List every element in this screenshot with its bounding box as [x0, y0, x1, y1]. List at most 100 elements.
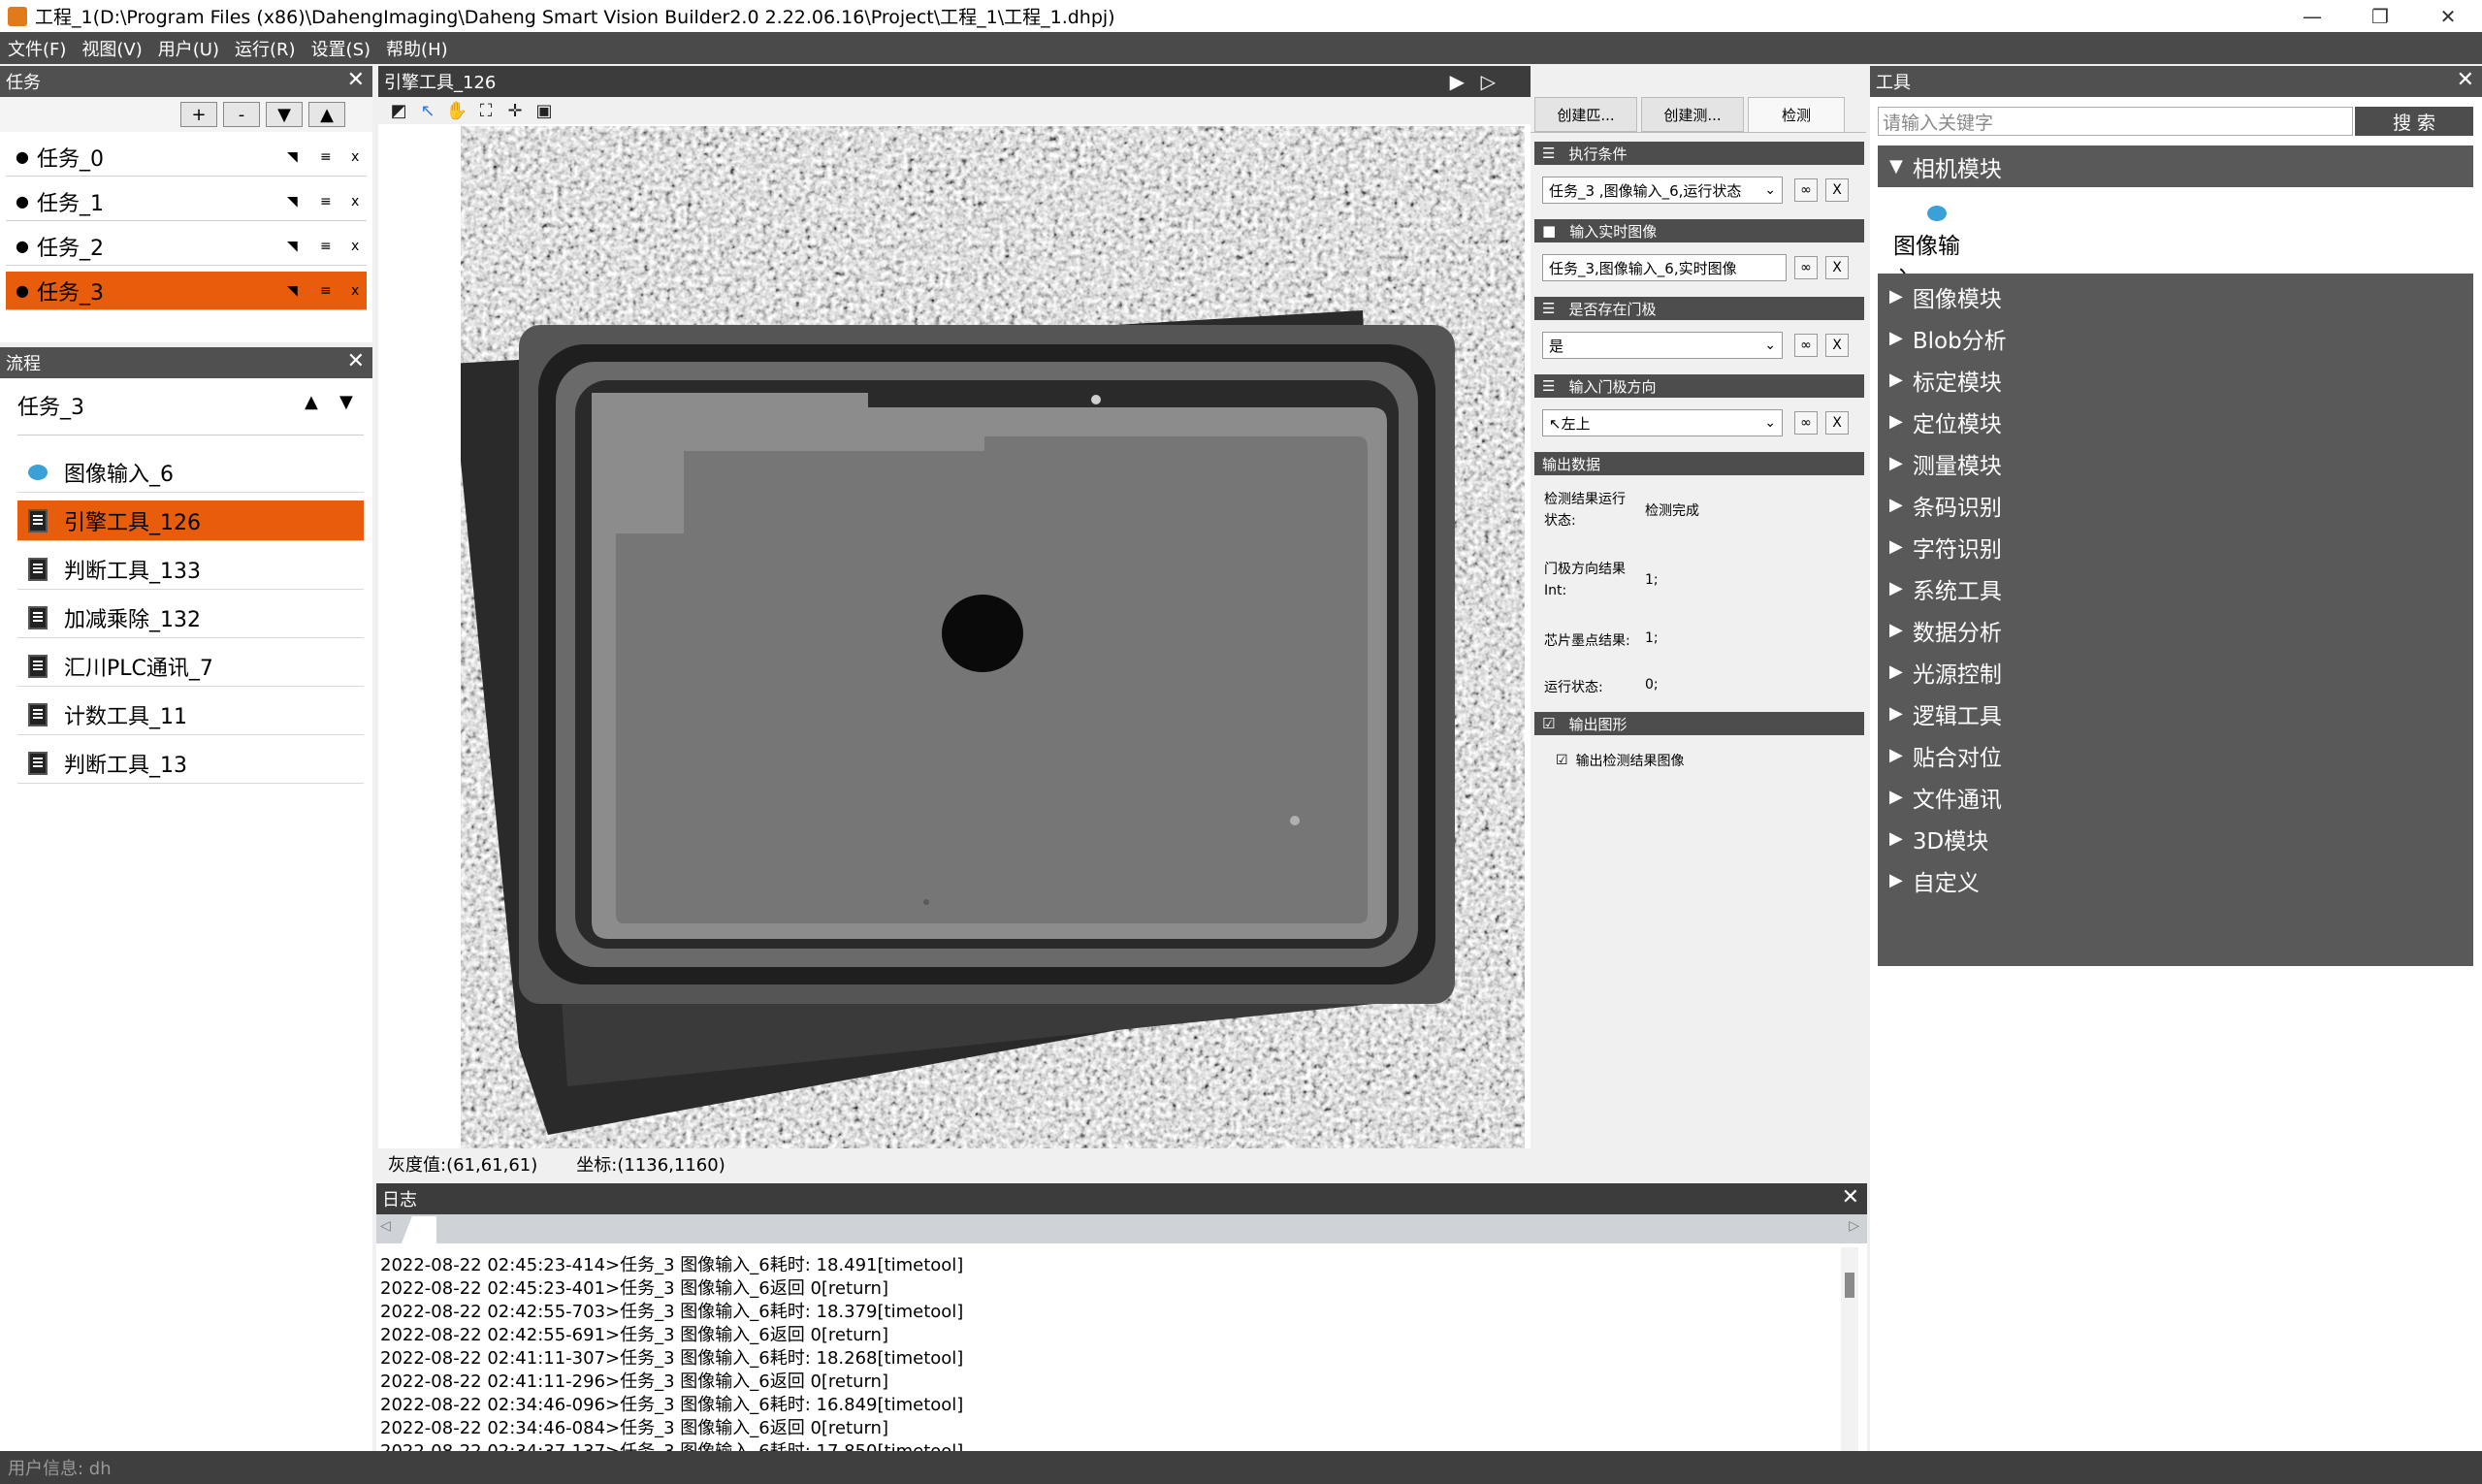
task-row-3[interactable]: ● 任务_3 ◥ ≡ x — [6, 272, 367, 310]
section-output-data[interactable]: 输出数据 — [1534, 452, 1864, 475]
category-barcode[interactable]: ▶ 条码识别 — [1878, 484, 2473, 526]
flow-down-icon[interactable]: ▼ — [339, 392, 353, 412]
close-window-button[interactable]: ✕ — [2414, 0, 2482, 32]
move-down-task-button[interactable]: ▼ — [266, 102, 303, 127]
pole-direction-select[interactable]: ↖左上 ⌄ — [1542, 409, 1783, 436]
flow-panel-title: 流程 — [6, 354, 41, 374]
log-scrollbar[interactable] — [1841, 1247, 1858, 1451]
category-label: 数据分析 — [1912, 620, 2002, 646]
image-viewer[interactable] — [461, 126, 1525, 1148]
section-pole-direction[interactable]: ☰ 输入门极方向 — [1534, 374, 1864, 398]
link-button[interactable]: ∞ — [1794, 334, 1818, 357]
task-row-0[interactable]: ● 任务_0 ◥ ≡ x — [6, 138, 367, 177]
input-image-field[interactable]: 任务_3,图像输入_6,实时图像 — [1542, 254, 1787, 281]
clear-button[interactable]: X — [1825, 178, 1849, 202]
log-tab[interactable] — [402, 1216, 436, 1243]
tool-panel-close-icon[interactable]: ✕ — [2457, 68, 2474, 92]
clear-button[interactable]: X — [1825, 411, 1849, 435]
checkbox-icon[interactable]: ☑ — [1556, 753, 1568, 768]
section-input-image[interactable]: ■ 输入实时图像 — [1534, 219, 1864, 242]
flow-panel-close-icon[interactable]: ✕ — [347, 349, 365, 373]
flow-item-3[interactable]: 加减乘除_132 — [17, 597, 364, 638]
tool-search-input[interactable]: 请输入关键字 — [1878, 107, 2353, 136]
delete-icon[interactable]: x — [351, 194, 359, 210]
scroll-left-icon[interactable]: ◁ — [380, 1218, 391, 1234]
move-up-task-button[interactable]: ▲ — [308, 102, 345, 127]
tab-detect[interactable]: 检测 — [1748, 97, 1845, 132]
checkbox-icon[interactable]: ☑ — [1542, 715, 1555, 732]
exec-condition-select[interactable]: 任务_3 ,图像输入_6,运行状态 ⌄ — [1542, 177, 1783, 204]
category-camera[interactable]: ▼ 相机模块 — [1878, 145, 2473, 187]
category-measure[interactable]: ▶ 测量模块 — [1878, 442, 2473, 484]
add-task-button[interactable]: + — [180, 102, 217, 127]
edit-icon[interactable]: ◥ — [287, 239, 298, 254]
link-button[interactable]: ∞ — [1794, 256, 1818, 279]
category-3d[interactable]: ▶ 3D模块 — [1878, 818, 2473, 859]
category-data-analysis[interactable]: ▶ 数据分析 — [1878, 609, 2473, 651]
menu-settings[interactable]: 设置(S) — [311, 36, 371, 61]
category-calibration[interactable]: ▶ 标定模块 — [1878, 359, 2473, 401]
flow-item-5[interactable]: 计数工具_11 — [17, 694, 364, 735]
flow-item-4[interactable]: 汇川PLC通讯_7 — [17, 646, 364, 687]
delete-icon[interactable]: x — [351, 283, 359, 299]
clear-button[interactable]: X — [1825, 334, 1849, 357]
minimize-button[interactable]: — — [2278, 0, 2346, 32]
category-system[interactable]: ▶ 系统工具 — [1878, 567, 2473, 609]
restore-button[interactable]: ❐ — [2346, 0, 2414, 32]
category-logic[interactable]: ▶ 逻辑工具 — [1878, 693, 2473, 734]
remove-task-button[interactable]: - — [223, 102, 260, 127]
edit-icon[interactable]: ◥ — [287, 194, 298, 210]
link-button[interactable]: ∞ — [1794, 411, 1818, 435]
pointer-icon[interactable]: ↖ — [417, 100, 438, 121]
category-light-control[interactable]: ▶ 光源控制 — [1878, 651, 2473, 693]
flow-item-2[interactable]: 判断工具_133 — [17, 549, 364, 590]
menu-user[interactable]: 用户(U) — [158, 36, 219, 61]
menu-view[interactable]: 视图(V) — [81, 36, 142, 61]
fit-icon[interactable]: ⛶ — [475, 100, 497, 121]
category-blob[interactable]: ▶ Blob分析 — [1878, 317, 2473, 359]
link-button[interactable]: ∞ — [1794, 178, 1818, 202]
delete-icon[interactable]: x — [351, 239, 359, 254]
menu-help[interactable]: 帮助(H) — [386, 36, 448, 61]
category-locate[interactable]: ▶ 定位模块 — [1878, 401, 2473, 442]
output-image-checkbox[interactable]: ☑ 输出检测结果图像 — [1556, 751, 1685, 770]
category-file-comm[interactable]: ▶ 文件通讯 — [1878, 776, 2473, 818]
task-panel-close-icon[interactable]: ✕ — [347, 68, 365, 92]
menu-icon[interactable]: ≡ — [320, 283, 332, 299]
save-icon[interactable]: ▣ — [533, 100, 555, 121]
tool-search-button[interactable]: 搜 索 — [2355, 107, 2473, 136]
clear-button[interactable]: X — [1825, 256, 1849, 279]
category-alignment[interactable]: ▶ 贴合对位 — [1878, 734, 2473, 776]
flow-item-1[interactable]: 引擎工具_126 — [17, 500, 364, 541]
tab-create-match[interactable]: 创建匹... — [1534, 97, 1637, 132]
run-once-icon[interactable]: ▷ — [1481, 70, 1496, 93]
pan-icon[interactable]: ✋ — [446, 100, 467, 121]
category-image[interactable]: ▶ 图像模块 — [1878, 275, 2473, 317]
menu-icon[interactable]: ≡ — [320, 194, 332, 210]
crosshair-icon[interactable]: ✛ — [504, 100, 526, 121]
menu-file[interactable]: 文件(F) — [8, 36, 66, 61]
menu-icon[interactable]: ≡ — [320, 149, 332, 165]
task-row-1[interactable]: ● 任务_1 ◥ ≡ x — [6, 182, 367, 221]
scrollbar-thumb[interactable] — [1845, 1273, 1854, 1298]
menu-run[interactable]: 运行(R) — [235, 36, 296, 61]
category-custom[interactable]: ▶ 自定义 — [1878, 859, 2473, 901]
run-icon[interactable]: ▶ — [1450, 70, 1465, 93]
category-ocr[interactable]: ▶ 字符识别 — [1878, 526, 2473, 567]
flow-up-icon[interactable]: ▲ — [305, 392, 318, 412]
menu-icon[interactable]: ≡ — [320, 239, 332, 254]
log-panel-close-icon[interactable]: ✕ — [1842, 1185, 1859, 1210]
has-pole-select[interactable]: 是 ⌄ — [1542, 332, 1783, 359]
tab-create-measure[interactable]: 创建测... — [1641, 97, 1744, 132]
flow-item-0[interactable]: 图像输入_6 — [17, 452, 364, 493]
task-row-2[interactable]: ● 任务_2 ◥ ≡ x — [6, 227, 367, 266]
edit-icon[interactable]: ◥ — [287, 149, 298, 165]
section-output-graph[interactable]: ☑ 输出图形 — [1534, 712, 1864, 735]
delete-icon[interactable]: x — [351, 149, 359, 165]
edit-icon[interactable]: ◥ — [287, 283, 298, 299]
edit-roi-icon[interactable]: ◩ — [388, 100, 409, 121]
section-exec-condition[interactable]: ☰ 执行条件 — [1534, 142, 1864, 165]
scroll-right-icon[interactable]: ▷ — [1849, 1218, 1859, 1234]
flow-item-6[interactable]: 判断工具_13 — [17, 743, 364, 784]
section-has-pole[interactable]: ☰ 是否存在门极 — [1534, 297, 1864, 320]
